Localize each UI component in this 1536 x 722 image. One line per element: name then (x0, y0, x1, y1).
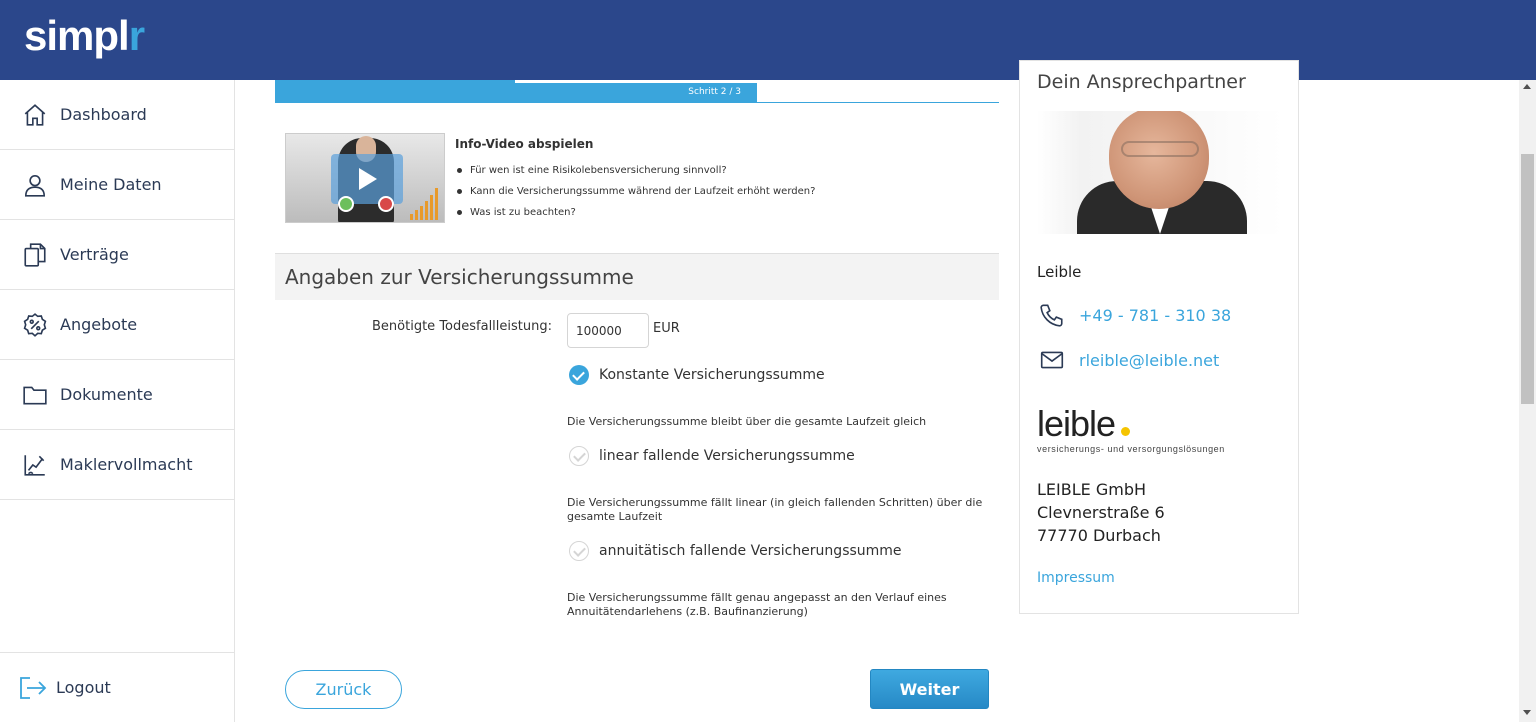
sidebar-item-label: Dashboard (60, 105, 147, 124)
contact-heading: Dein Ansprechpartner (1037, 71, 1246, 93)
info-video-title[interactable]: Info-Video abspielen (455, 137, 593, 151)
sidebar-item-maklervollmacht[interactable]: Maklervollmacht (0, 430, 234, 500)
documents-icon (24, 242, 46, 267)
option-description: Die Versicherungssumme fällt genau angep… (567, 591, 947, 618)
contact-email-link[interactable]: rleible@leible.net (1079, 351, 1219, 370)
info-video-thumbnail[interactable] (285, 133, 445, 223)
step-label: Schritt 2 / 3 (688, 87, 741, 97)
check-circle-icon[interactable] (569, 446, 589, 466)
green-gauge-icon (338, 196, 354, 212)
company-address: LEIBLE GmbH Clevnerstraße 6 77770 Durbac… (1037, 478, 1165, 547)
main-content: Schritt 2 / 3 Info-Video abspielen Für w… (275, 80, 999, 722)
section-title: Angaben zur Versicherungssumme (285, 265, 634, 289)
list-item: Kann die Versicherungssumme während der … (457, 181, 815, 202)
section-header: Angaben zur Versicherungssumme (275, 253, 999, 300)
option-konstante[interactable]: Konstante Versicherungssumme (569, 365, 825, 385)
logout-label: Logout (56, 678, 111, 697)
contact-name: Leible (1037, 263, 1082, 281)
scrollbar-thumb[interactable] (1521, 154, 1534, 404)
sidebar-item-label: Maklervollmacht (60, 455, 193, 474)
envelope-icon (1040, 351, 1064, 369)
sidebar-item-angebote[interactable]: Angebote (0, 290, 234, 360)
info-video-bullets: Für wen ist eine Risikolebensversicherun… (457, 160, 815, 223)
check-circle-icon[interactable] (569, 365, 589, 385)
sidebar-item-dashboard[interactable]: Dashboard (0, 80, 234, 150)
option-label: annuitätisch fallende Versicherungssumme (599, 543, 902, 559)
sidebar: Dashboard Meine Daten Verträge Angebote … (0, 80, 235, 722)
amount-input[interactable] (567, 313, 649, 348)
leible-logo: leible versicherungs- und versorgungslös… (1037, 403, 1225, 455)
list-item: Für wen ist eine Risikolebensversicherun… (457, 160, 815, 181)
list-item: Was ist zu beachten? (457, 202, 815, 223)
phone-icon (1040, 304, 1063, 327)
company-street: Clevnerstraße 6 (1037, 503, 1165, 522)
signature-chart-icon (24, 454, 45, 476)
impressum-link[interactable]: Impressum (1037, 570, 1115, 586)
check-circle-icon[interactable] (569, 541, 589, 561)
contact-card: Dein Ansprechpartner Leible +49 - 781 - … (1019, 60, 1299, 614)
logout-button[interactable]: Logout (0, 652, 234, 722)
bar-chart-icon (408, 182, 442, 220)
folder-icon (23, 386, 47, 404)
sidebar-item-vertraege[interactable]: Verträge (0, 220, 234, 290)
step-progress-bar: Schritt 2 / 3 (275, 83, 999, 103)
page-scrollbar[interactable] (1519, 80, 1536, 722)
company-name: LEIBLE GmbH (1037, 480, 1146, 499)
contact-phone-row: +49 - 781 - 310 38 (1039, 302, 1231, 328)
sidebar-item-meine-daten[interactable]: Meine Daten (0, 150, 234, 220)
red-gauge-icon (378, 196, 394, 212)
sidebar-item-label: Dokumente (60, 385, 153, 404)
company-city: 77770 Durbach (1037, 526, 1161, 545)
user-icon (24, 174, 46, 197)
option-label: Konstante Versicherungssumme (599, 367, 825, 383)
option-description: Die Versicherungssumme fällt linear (in … (567, 496, 983, 523)
percent-badge-icon (23, 312, 47, 337)
simplr-logo[interactable]: simplr (24, 12, 145, 60)
sidebar-item-label: Angebote (60, 315, 138, 334)
scroll-down-arrow-icon[interactable] (1523, 710, 1531, 715)
sidebar-item-label: Verträge (60, 245, 129, 264)
contact-phone-link[interactable]: +49 - 781 - 310 38 (1079, 306, 1231, 325)
contact-photo (1037, 111, 1283, 234)
option-description: Die Versicherungssumme bleibt über die g… (567, 415, 927, 428)
top-header-bar: simplr (0, 0, 1536, 80)
amount-unit: EUR (653, 321, 680, 336)
scroll-up-arrow-icon[interactable] (1523, 84, 1531, 89)
home-icon (24, 103, 46, 126)
amount-label: Benötigte Todesfallleistung: (372, 319, 552, 334)
sidebar-item-label: Meine Daten (60, 175, 162, 194)
option-label: linear fallende Versicherungssumme (599, 448, 855, 464)
option-annuitaetisch-fallend[interactable]: annuitätisch fallende Versicherungssumme (569, 541, 902, 561)
back-button[interactable]: Zurück (285, 670, 402, 709)
contact-email-row: rleible@leible.net (1039, 347, 1219, 373)
sidebar-item-dokumente[interactable]: Dokumente (0, 360, 234, 430)
logout-icon (20, 676, 47, 699)
next-button[interactable]: Weiter (870, 669, 989, 709)
option-linear-fallend[interactable]: linear fallende Versicherungssumme (569, 446, 855, 466)
